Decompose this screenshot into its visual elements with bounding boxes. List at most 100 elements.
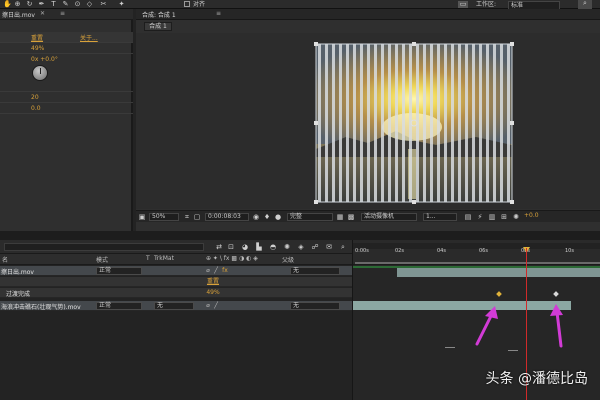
blind-stripe	[325, 44, 328, 202]
reset-link[interactable]: 重置	[205, 279, 221, 285]
composition-tab[interactable]: 合成: 合成 1	[142, 10, 176, 19]
layer-row-2[interactable]: 重置	[0, 277, 352, 287]
snapshot-icon[interactable]: ◉	[252, 213, 260, 221]
puppet-tool-icon[interactable]: ✦	[118, 1, 125, 8]
completion-value[interactable]: 49%	[205, 290, 221, 296]
layer-mode-select[interactable]: 正常	[96, 302, 142, 310]
snap-checkbox[interactable]	[184, 1, 190, 7]
roto-tool-icon[interactable]: ✂	[100, 1, 107, 8]
watermark: 头条 @潘德比岛	[485, 371, 588, 387]
workspace-layout-icon[interactable]: ▭	[458, 1, 468, 8]
transparency-grid-icon[interactable]: ▩	[347, 213, 355, 221]
mask-icon[interactable]: ▢	[193, 213, 201, 221]
close-icon[interactable]: ✕	[40, 10, 45, 17]
panel-menu-icon[interactable]: ≡	[60, 10, 65, 17]
toggle-view-icon[interactable]: ▣	[138, 213, 146, 221]
exposure-value[interactable]: +0.0	[522, 213, 548, 221]
col-name: 名	[2, 257, 9, 264]
timecode-display[interactable]: 0:00:08:03	[205, 213, 249, 221]
layer-row-1[interactable]: 擦日出.mov 正常 ⌀ ╱ fx 无	[0, 266, 352, 276]
blind-stripe	[507, 44, 510, 202]
fx-icon[interactable]: fx	[222, 268, 228, 274]
blind-stripe	[332, 44, 335, 202]
switch-icon[interactable]: ╱	[213, 303, 219, 309]
zoom-select[interactable]: 50%	[149, 213, 179, 221]
camera-select[interactable]: 活动摄像机	[361, 213, 417, 221]
hand-tool-icon[interactable]: ✋	[3, 1, 12, 8]
layer-parent-select[interactable]: 无	[290, 267, 340, 275]
brainstorm-icon[interactable]: ✺	[282, 243, 292, 251]
draft-3d-icon[interactable]: ⊡	[226, 243, 236, 251]
pickwhip-icon[interactable]: ⌀	[205, 303, 211, 309]
workspace-label: 工作区:	[476, 1, 497, 8]
blind-stripe	[346, 44, 349, 202]
blind-stripe	[395, 44, 398, 202]
angle-dial[interactable]	[32, 65, 48, 81]
views-select[interactable]: 1...	[423, 213, 457, 221]
blind-stripe	[381, 44, 384, 202]
search-icon[interactable]: ⌕	[338, 243, 348, 251]
fast-preview-icon[interactable]: ⚡	[476, 213, 484, 221]
frame-blending-icon[interactable]: ▙	[254, 243, 264, 251]
layer-row-3[interactable]: 过渡完成 49%	[0, 288, 352, 298]
composition-viewer[interactable]	[136, 33, 600, 209]
layer-parent-select[interactable]: 无	[290, 302, 340, 310]
panel-divider[interactable]	[0, 231, 600, 240]
chat-icon[interactable]: ✉	[324, 243, 334, 251]
show-snapshot-icon[interactable]: ♦	[263, 213, 271, 221]
exposure-icon[interactable]: ✺	[512, 213, 520, 221]
layer-row-4[interactable]: 海浪冲击礁石(壮观气势).mov 正常 无 ⌀ ╱ 无	[0, 301, 352, 311]
timeline-icon[interactable]: ▥	[488, 213, 496, 221]
blind-stripe	[360, 44, 363, 202]
pen-tool-icon[interactable]: ✒	[38, 1, 45, 8]
col-t: T	[146, 255, 150, 262]
tools-toolbar: ✋ ⊕ ↻ ✒ T ✎ ⊙ ◇ ✂ ✦ 对齐 ▭ 工作区: 标准 ⌕	[0, 0, 600, 10]
reset-link[interactable]: 重置	[31, 33, 43, 42]
layer-name[interactable]: 海浪冲击礁石(壮观气势).mov	[1, 302, 81, 311]
rotate-tool-icon[interactable]: ↻	[26, 1, 33, 8]
shy-icon[interactable]: ◕	[240, 243, 250, 251]
eraser-tool-icon[interactable]: ◇	[86, 1, 93, 8]
text-tool-icon[interactable]: T	[50, 1, 57, 8]
completion-value[interactable]: 49%	[31, 45, 44, 52]
col-trkmat: TrkMat	[154, 255, 174, 262]
layer-name[interactable]: 擦日出.mov	[1, 267, 34, 276]
zoom-tool-icon[interactable]: ⊕	[14, 1, 21, 8]
pixel-aspect-icon[interactable]: ▤	[464, 213, 472, 221]
width-value[interactable]: 20	[31, 94, 39, 101]
blind-stripe	[374, 44, 377, 202]
panel-menu-icon[interactable]: ≡	[216, 10, 221, 17]
col-mode: 模式	[96, 257, 109, 264]
blind-stripe	[430, 44, 433, 202]
graph-editor-icon[interactable]: ☍	[310, 243, 320, 251]
auto-keyframe-icon[interactable]: ◈	[296, 243, 306, 251]
angle-value[interactable]: 0x +0.0°	[31, 56, 58, 63]
motion-blur-icon[interactable]: ◓	[268, 243, 278, 251]
effect-controls-tab[interactable]: 擦日出.mov ✕ ≡	[0, 9, 133, 20]
switch-icon[interactable]: ╱	[213, 268, 219, 274]
search-help-icon[interactable]: ⌕	[578, 0, 592, 9]
about-link[interactable]: 关于...	[80, 33, 98, 42]
snap-label: 对齐	[193, 1, 206, 8]
feather-value[interactable]: 0.0	[31, 105, 41, 112]
preview-frame	[314, 42, 514, 204]
channel-icon[interactable]: ●	[274, 213, 282, 221]
effect-controls-panel: 擦日出.mov ✕ ≡ 重置 关于... 49% 0x +0.0° 20 0.0	[0, 9, 133, 231]
timeline-search-input[interactable]	[4, 243, 204, 251]
resolution-select[interactable]: 完整	[287, 213, 333, 221]
col-parent: 父级	[282, 257, 295, 264]
composition-subtab[interactable]: 合成 1	[144, 22, 172, 31]
blind-stripe	[318, 44, 321, 202]
pickwhip-icon[interactable]: ⌀	[205, 268, 211, 274]
blind-stripe	[444, 44, 447, 202]
clone-tool-icon[interactable]: ⊙	[74, 1, 81, 8]
comp-mini-flowchart-icon[interactable]: ⇄	[214, 243, 224, 251]
grid-icon[interactable]: ⌗	[183, 213, 191, 221]
brush-tool-icon[interactable]: ✎	[62, 1, 69, 8]
blind-stripe	[493, 44, 496, 202]
layer-trkmat-select[interactable]: 无	[154, 302, 194, 310]
region-icon[interactable]: ▦	[336, 213, 344, 221]
property-name[interactable]: 过渡完成	[6, 289, 30, 298]
flowchart-icon[interactable]: ⊞	[500, 213, 508, 221]
layer-mode-select[interactable]: 正常	[96, 267, 142, 275]
